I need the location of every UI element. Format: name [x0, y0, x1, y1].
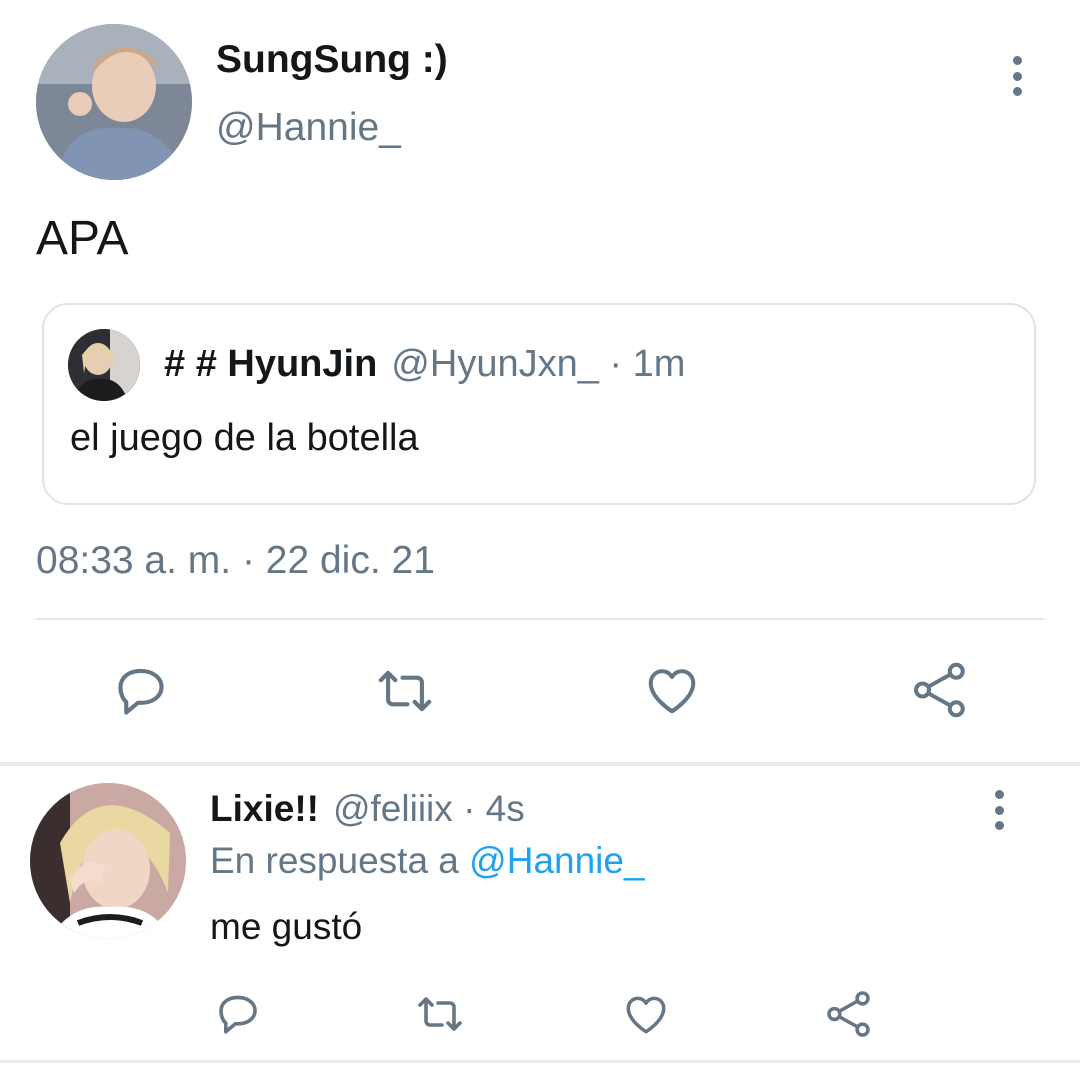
quoted-tweet-time: · 1m [609, 343, 686, 385]
reply-header: Lixie!! @feliiix · 4s [210, 788, 525, 830]
reply-author-handle[interactable]: @feliiix [333, 788, 453, 829]
like-icon[interactable] [642, 660, 702, 720]
retweet-icon[interactable] [414, 990, 466, 1038]
quoted-tweet-text: el juego de la botella [70, 417, 419, 459]
quoted-author-avatar[interactable] [68, 329, 140, 401]
quoted-author-name[interactable]: # # HyunJin [164, 343, 377, 385]
avatar-photo-icon [68, 329, 140, 401]
more-options-icon[interactable] [1002, 56, 1032, 96]
avatar-photo-icon [30, 783, 186, 939]
like-icon[interactable] [621, 989, 671, 1039]
reply-to-link[interactable]: @Hannie_ [469, 840, 644, 881]
author-name[interactable]: SungSung :) [216, 38, 448, 82]
reply-prefix: En respuesta a [210, 840, 459, 881]
reply-icon[interactable] [214, 990, 262, 1038]
reply-icon[interactable] [112, 662, 170, 720]
reply-author-avatar[interactable] [30, 783, 186, 939]
reply-context: En respuesta a @Hannie_ [210, 840, 645, 882]
share-icon[interactable] [824, 989, 874, 1039]
avatar-photo-icon [36, 24, 192, 180]
tweet-text: APA [36, 212, 129, 265]
bottom-divider [0, 1060, 1080, 1063]
tweet-timestamp: 08:33 a. m. · 22 dic. 21 [36, 539, 435, 582]
quoted-tweet-header: # # HyunJin @HyunJxn_ · 1m [164, 343, 685, 386]
author-avatar[interactable] [36, 24, 192, 180]
share-icon[interactable] [910, 660, 970, 720]
quoted-author-handle[interactable]: @HyunJxn_ [391, 343, 599, 385]
quoted-tweet-card[interactable] [42, 303, 1036, 505]
more-options-icon[interactable] [984, 790, 1014, 830]
reply-author-name[interactable]: Lixie!! [210, 788, 319, 829]
retweet-icon[interactable] [374, 662, 436, 720]
section-separator [0, 762, 1080, 766]
author-handle[interactable]: @Hannie_ [216, 106, 401, 150]
divider [36, 618, 1044, 620]
reply-text: me gustó [210, 906, 363, 947]
reply-time: · 4s [463, 788, 525, 829]
